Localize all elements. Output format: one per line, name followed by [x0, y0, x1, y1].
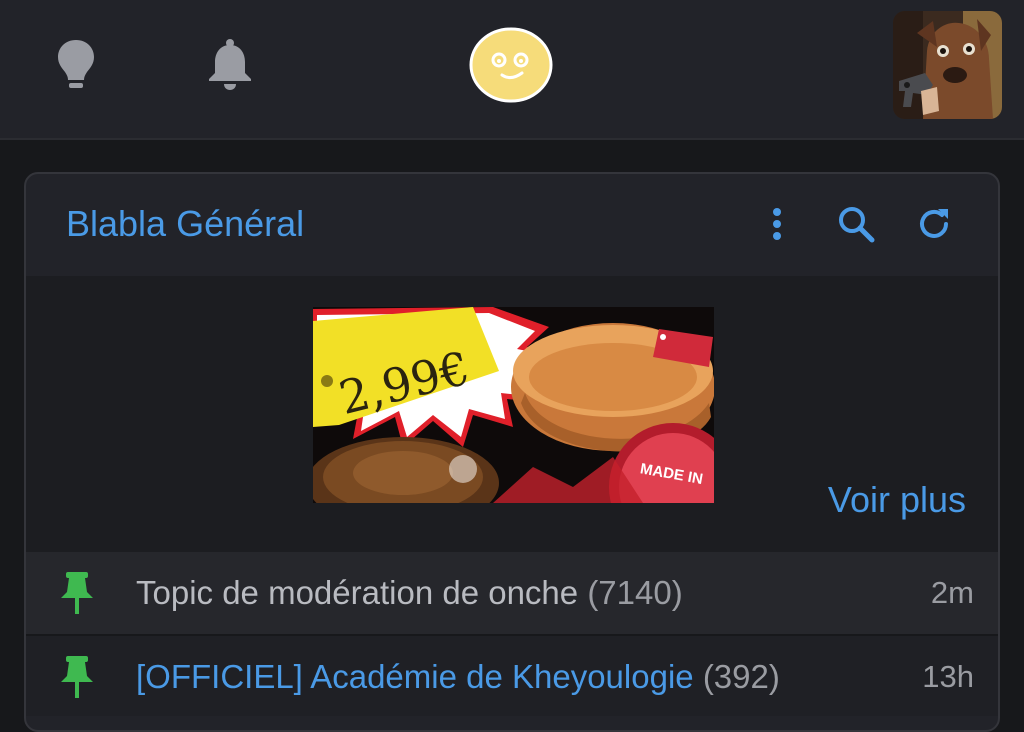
top-bar — [0, 0, 1024, 140]
forum-header: Blabla Général — [26, 174, 998, 276]
topic-reply-count: (7140) — [587, 574, 683, 611]
smiley-icon[interactable] — [469, 27, 553, 103]
ad-banner-area: 2,99€ MADE IN Voir plus — [26, 276, 998, 552]
ad-banner-image[interactable]: 2,99€ MADE IN — [313, 307, 714, 503]
topic-row[interactable]: Topic de modération de onche (7140) 2m — [26, 552, 998, 634]
topic-age: 13h — [922, 659, 974, 694]
pin-icon — [58, 570, 96, 616]
topic-row[interactable]: [OFFICIEL] Académie de Kheyoulogie (392)… — [26, 634, 998, 716]
forum-title[interactable]: Blabla Général — [66, 202, 304, 246]
lightbulb-icon[interactable] — [52, 36, 100, 92]
search-icon[interactable] — [832, 200, 880, 248]
bell-icon[interactable] — [204, 36, 256, 92]
topic-title[interactable]: [OFFICIEL] Académie de Kheyoulogie (392) — [136, 655, 780, 699]
topic-title-text: Topic de modération de onche — [136, 574, 579, 611]
topic-age: 2m — [930, 575, 974, 610]
avatar[interactable] — [893, 11, 1002, 119]
topic-title[interactable]: Topic de modération de onche (7140) — [136, 571, 683, 615]
topic-reply-count: (392) — [702, 658, 780, 695]
forum-card: Blabla Général 2,99€ MADE IN Voir plus T… — [24, 172, 1000, 732]
pin-icon — [58, 654, 96, 700]
topic-title-text: [OFFICIEL] Académie de Kheyoulogie — [136, 658, 694, 695]
more-vertical-icon[interactable] — [753, 200, 801, 248]
refresh-icon[interactable] — [910, 200, 958, 248]
voir-plus-link[interactable]: Voir plus — [828, 478, 966, 522]
